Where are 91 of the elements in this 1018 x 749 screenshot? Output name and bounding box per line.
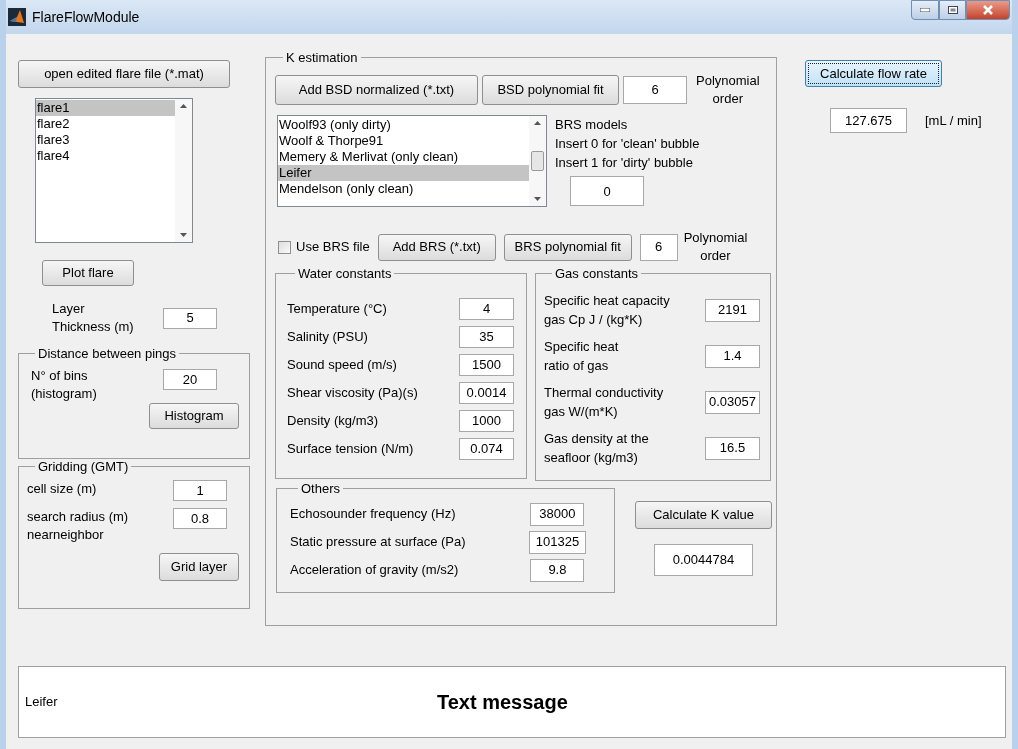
panel-title: Gridding (GMT) [37, 459, 130, 474]
value-field[interactable]: 1 [173, 480, 227, 501]
value-field[interactable]: 1000 [459, 410, 514, 432]
field-label: Temperature (°C) [287, 300, 387, 319]
value-field[interactable]: 1.4 [705, 344, 760, 368]
note-text: Insert 0 for 'clean' bubble [555, 135, 700, 153]
value-field[interactable]: 0.8 [173, 508, 227, 529]
field-label: Specific heat ratio of gas [544, 338, 619, 375]
field-label: Thermal conductivity gas W/(m*K) [544, 384, 664, 421]
list-item[interactable]: flare4 [36, 148, 175, 164]
value-field[interactable]: 35 [459, 326, 514, 348]
value-field[interactable]: 101325 [528, 530, 587, 554]
field-label: Acceleration of gravity (m/s2) [290, 561, 460, 580]
field-label: Density (kg/m3) [287, 412, 379, 431]
maximize-icon[interactable] [947, 6, 958, 14]
panel-title: Distance between pings [37, 346, 178, 361]
list-item[interactable]: flare2 [36, 116, 175, 132]
list-item[interactable]: Woolf93 (only dirty) [278, 117, 529, 133]
panel-title: Water constants [297, 266, 393, 281]
unit-label: [mL / min] [925, 111, 982, 130]
message-title: Text message [437, 690, 568, 715]
panel-title: K estimation [285, 50, 359, 65]
bsd-fit-button[interactable]: BSD polynomial fit [482, 75, 619, 105]
scroll-up-icon[interactable] [534, 121, 541, 125]
field-label: N° of bins (histogram) [30, 367, 98, 403]
panel-title: Others [300, 481, 341, 496]
scroll-bar[interactable] [529, 116, 546, 206]
scroll-thumb[interactable] [531, 151, 544, 171]
field-label: Specific heat capacity gas Cp J / (kg*K) [544, 292, 670, 329]
checkbox-label: Use BRS file [296, 238, 370, 257]
value-field[interactable]: 4 [459, 298, 514, 320]
field-label: Static pressure at surface (Pa) [290, 533, 467, 552]
plot-flare-button[interactable]: Plot flare [42, 260, 134, 286]
value-field[interactable]: 2191 [705, 298, 760, 322]
field-label: Shear viscosity (Pa)(s) [287, 384, 418, 403]
scroll-down-icon[interactable] [534, 197, 541, 201]
value-field[interactable]: 1500 [459, 354, 514, 376]
value-field[interactable]: 9.8 [530, 558, 585, 582]
list-box[interactable]: Woolf93 (only dirty) Woolf & Thorpe91 Memery & Merlivat (only clean) Leifer Mendelson (only clean) [277, 115, 547, 207]
grid-layer-button[interactable]: Grid layer [159, 553, 239, 581]
value-field[interactable]: 16.5 [705, 436, 760, 460]
field-label: Polynomial order [696, 72, 760, 108]
note-text: Insert 1 for 'dirty' bubble [555, 154, 694, 172]
field-label: Salinity (PSU) [287, 328, 368, 347]
note-text: BRS models [555, 116, 629, 134]
layer-thickness-field[interactable]: 5 [163, 307, 217, 329]
add-bsd-button[interactable]: Add BSD normalized (*.txt) [275, 75, 478, 105]
k-value-field[interactable]: 0.0044784 [654, 544, 753, 576]
list-item[interactable]: Mendelson (only clean) [278, 181, 529, 197]
field-label: search radius (m) nearneighbor [27, 508, 130, 544]
message-text: Leifer [24, 693, 59, 712]
checkbox[interactable] [278, 240, 291, 254]
field-label: Surface tension (N/m) [287, 440, 414, 459]
list-item[interactable]: Memery & Merlivat (only clean) [278, 149, 529, 165]
list-item[interactable]: flare3 [36, 132, 175, 148]
calculate-k-button[interactable]: Calculate K value [635, 501, 772, 529]
brs-fit-button[interactable]: BRS polynomial fit [503, 233, 632, 261]
field-label: Echosounder frequency (Hz) [290, 505, 457, 524]
use-brs-file-checkbox[interactable]: Use BRS file [278, 237, 370, 257]
open-file-button[interactable]: open edited flare file (*.mat) [18, 60, 230, 88]
polynomial-order-field[interactable]: 6 [623, 76, 687, 104]
scroll-down-icon[interactable] [180, 233, 187, 237]
value-field[interactable]: 0.074 [459, 438, 514, 460]
close-button[interactable] [966, 0, 1010, 20]
list-item[interactable]: Leifer [278, 165, 529, 181]
close-icon[interactable] [982, 5, 994, 15]
field-label: Polynomial order [683, 229, 748, 265]
add-brs-button[interactable]: Add BRS (*.txt) [377, 233, 496, 261]
calculate-flow-rate-button[interactable]: Calculate flow rate [805, 60, 942, 87]
minimize-icon[interactable] [920, 8, 930, 12]
bubble-type-field[interactable]: 0 [570, 176, 644, 206]
field-label: Layer Thickness (m) [52, 300, 135, 336]
field-label: Sound speed (m/s) [287, 356, 397, 375]
histogram-button[interactable]: Histogram [149, 403, 239, 429]
value-field[interactable]: 0.0014 [459, 382, 514, 404]
panel-title: Gas constants [554, 266, 640, 281]
field-label: Gas density at the seafloor (kg/m3) [544, 430, 649, 467]
field-label: cell size (m) [27, 480, 98, 498]
flow-rate-field[interactable]: 127.675 [830, 108, 907, 133]
bins-field[interactable]: 20 [163, 369, 217, 390]
app-logo-icon [8, 8, 26, 26]
maximize-button[interactable] [939, 0, 966, 20]
list-item[interactable]: Woolf & Thorpe91 [278, 133, 529, 149]
list-item[interactable]: flare1 [36, 100, 175, 116]
value-field[interactable]: 0.03057 [705, 390, 760, 414]
polynomial-order-field[interactable]: 6 [639, 233, 678, 261]
value-field[interactable]: 38000 [530, 502, 585, 526]
scroll-bar[interactable] [175, 99, 192, 242]
list-box[interactable]: flare1 flare2 flare3 flare4 [35, 98, 193, 243]
scroll-up-icon[interactable] [180, 104, 187, 108]
window-title: FlareFlowModule [32, 7, 140, 27]
